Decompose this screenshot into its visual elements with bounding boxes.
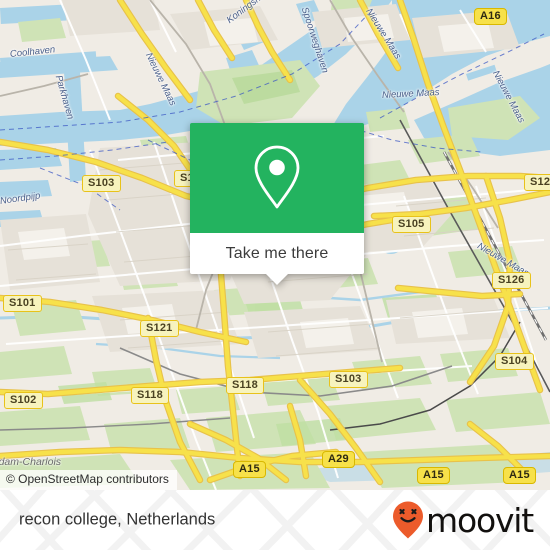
road-shield-a16: A16	[474, 8, 507, 25]
moovit-location-card: CoolhavenParkhavenNieuwe MaasKoningshave…	[0, 0, 550, 550]
road-shield-s105: S105	[392, 216, 431, 233]
road-shield-a29: A29	[322, 451, 355, 468]
moovit-pin-icon	[393, 501, 424, 539]
road-shield-s102: S102	[4, 392, 43, 409]
location-title: recon college, Netherlands	[19, 510, 216, 529]
road-shield-a15: A15	[417, 467, 450, 484]
place-label: Rotterdam-Charlois	[0, 456, 62, 468]
moovit-wordmark: moovit	[426, 500, 534, 540]
road-shield-a15: A15	[503, 467, 536, 484]
footer-bar: recon college, Netherlands moovit	[0, 490, 550, 550]
road-shield-s126: S126	[492, 272, 531, 289]
road-shield-s103: S103	[329, 371, 368, 388]
popup-icon-panel	[190, 123, 364, 233]
road-shield-s101: S101	[3, 295, 42, 312]
road-shield-s120: S120	[524, 174, 550, 191]
road-shield-a15: A15	[233, 461, 266, 478]
popup-action-bar[interactable]: Take me there	[190, 233, 364, 285]
road-shield-s118: S118	[131, 387, 169, 404]
road-shield-s104: S104	[495, 353, 534, 370]
road-shield-s121: S121	[140, 320, 179, 337]
road-shield-s118: S118	[226, 377, 264, 394]
osm-attribution[interactable]: © OpenStreetMap contributors	[0, 470, 177, 490]
moovit-logo[interactable]: moovit	[391, 500, 534, 540]
map-pin-icon	[254, 145, 300, 209]
popup-pointer	[266, 274, 288, 285]
road-shield-s103: S103	[82, 175, 121, 192]
take-me-there-label: Take me there	[225, 244, 329, 262]
take-me-there-popup[interactable]: Take me there	[190, 123, 364, 285]
